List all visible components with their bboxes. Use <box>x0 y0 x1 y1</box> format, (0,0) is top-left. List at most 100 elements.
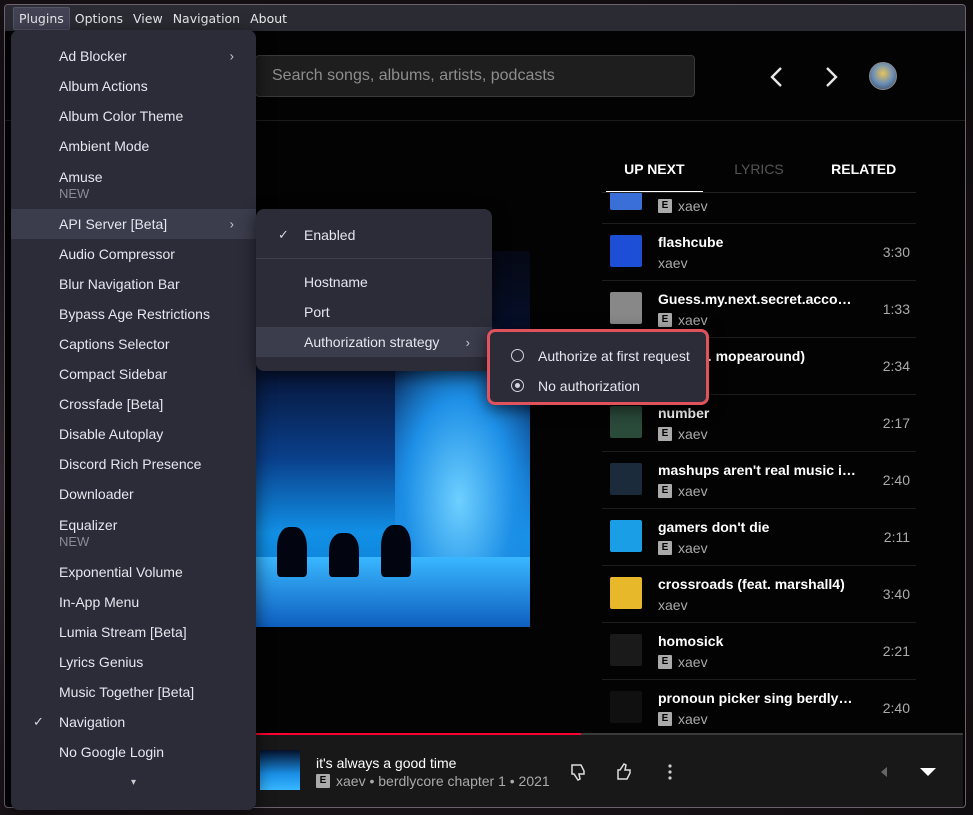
now-playing-thumbnail[interactable] <box>260 750 300 790</box>
track-duration: 2:21 <box>882 643 910 659</box>
plugin-item[interactable]: Amuse NEW <box>11 161 256 209</box>
plugin-item[interactable]: Navigation ✓ <box>11 707 256 737</box>
plugin-item[interactable]: Ambient Mode <box>11 131 256 161</box>
explicit-badge: E <box>658 655 672 669</box>
menu-about[interactable]: About <box>245 8 292 29</box>
track-thumbnail <box>610 634 642 666</box>
plugin-item[interactable]: Downloader <box>11 479 256 509</box>
plugin-item[interactable]: Album Actions <box>11 71 256 101</box>
menu-plugins[interactable]: Plugins <box>13 6 70 30</box>
plugin-item[interactable]: Audio Compressor <box>11 239 256 269</box>
track-thumbnail <box>610 520 642 552</box>
menu-navigation[interactable]: Navigation <box>168 8 245 29</box>
menu-options[interactable]: Options <box>70 8 128 29</box>
track-title: pronoun picker sing berdlycore <box>658 690 858 706</box>
queue-row[interactable]: Exaev <box>602 193 916 224</box>
plugin-item[interactable]: Ad Blocker › <box>11 41 256 71</box>
track-artist: Exaev <box>658 426 708 442</box>
explicit-badge: E <box>658 712 672 726</box>
plugin-item[interactable]: Captions Selector <box>11 329 256 359</box>
dislike-icon[interactable] <box>568 761 590 783</box>
more-options-icon[interactable] <box>659 761 681 783</box>
menu-separator <box>256 258 492 259</box>
player-bar: it's always a good time E xaev • berdlyc… <box>255 735 963 807</box>
explicit-badge: E <box>658 313 672 327</box>
plugin-item[interactable]: Discord Rich Presence <box>11 449 256 479</box>
track-title: Guess.my.next.secret.account <box>658 291 858 307</box>
track-duration: 2:17 <box>882 415 910 431</box>
plugin-item[interactable]: Exponential Volume <box>11 557 256 587</box>
no-authorization-option[interactable]: No authorization <box>490 371 706 401</box>
plugin-item[interactable]: Bypass Age Restrictions <box>11 299 256 329</box>
forward-arrow-icon[interactable] <box>817 63 845 91</box>
scroll-down-icon[interactable]: ▾ <box>11 777 256 788</box>
expand-player-icon[interactable] <box>917 761 939 783</box>
search-box[interactable] <box>255 55 695 97</box>
track-artist: Exaev <box>658 483 708 499</box>
plugin-item[interactable]: Compact Sidebar <box>11 359 256 389</box>
track-artist: Exaev <box>658 711 708 727</box>
explicit-badge: E <box>658 484 672 498</box>
queue-row[interactable]: flashcube xaev 3:30 <box>602 224 916 281</box>
track-artist: Exaev <box>658 654 708 670</box>
explicit-badge: E <box>658 199 672 213</box>
track-thumbnail <box>610 235 642 267</box>
track-title: number <box>658 405 710 421</box>
track-thumbnail <box>610 463 642 495</box>
track-duration: 2:40 <box>882 472 910 488</box>
plugin-item[interactable]: Equalizer NEW <box>11 509 256 557</box>
plugins-dropdown: Ad Blocker › Album Actions Album Color Them… <box>11 30 256 810</box>
back-arrow-icon[interactable] <box>763 63 791 91</box>
enabled-option[interactable]: ✓ Enabled <box>256 220 492 250</box>
queue-row[interactable]: mashups aren't real music im... Exaev 2:40 <box>602 452 916 509</box>
tab-related[interactable]: RELATED <box>811 155 916 193</box>
tab-up-next[interactable]: UP NEXT <box>602 155 707 193</box>
tab-lyrics[interactable]: LYRICS <box>707 155 812 193</box>
like-icon[interactable] <box>614 761 636 783</box>
queue-row[interactable]: pronoun picker sing berdlycore Exaev 2:40 <box>602 680 916 733</box>
track-thumbnail <box>610 406 642 438</box>
hostname-option[interactable]: Hostname <box>256 267 492 297</box>
volume-icon[interactable] <box>873 761 895 783</box>
menu-view[interactable]: View <box>128 8 168 29</box>
track-title: mashups aren't real music im... <box>658 462 858 478</box>
plugin-item[interactable]: Lyrics Genius <box>11 647 256 677</box>
track-thumbnail <box>610 577 642 609</box>
track-duration: 1:33 <box>882 301 910 317</box>
queue-row[interactable]: homosick Exaev 2:21 <box>602 623 916 680</box>
plugin-item[interactable]: Album Color Theme <box>11 101 256 131</box>
queue-row[interactable]: gamers don't die Exaev 2:11 <box>602 509 916 566</box>
track-duration: 2:40 <box>882 700 910 716</box>
plugin-item[interactable]: Crossfade [Beta] <box>11 389 256 419</box>
track-duration: 3:30 <box>882 244 910 260</box>
radio-icon <box>511 349 524 362</box>
chevron-right-icon: › <box>465 334 470 350</box>
plugin-item[interactable]: Blur Navigation Bar <box>11 269 256 299</box>
avatar[interactable] <box>869 62 897 90</box>
port-option[interactable]: Port <box>256 297 492 327</box>
track-artist: Exaev <box>658 312 708 328</box>
track-thumbnail <box>610 292 642 324</box>
chevron-right-icon: › <box>229 48 234 64</box>
plugin-item[interactable]: No Google Login <box>11 737 256 767</box>
search-input[interactable] <box>272 67 694 85</box>
explicit-badge: E <box>658 541 672 555</box>
radio-selected-icon <box>511 379 524 392</box>
plugin-item[interactable]: API Server [Beta] › <box>11 209 256 239</box>
plugin-item[interactable]: Music Together [Beta] <box>11 677 256 707</box>
track-thumbnail <box>610 193 642 210</box>
track-title: crossroads (feat. marshall4) <box>658 576 845 592</box>
track-thumbnail <box>610 691 642 723</box>
menu-bar: Plugins Options View Navigation About <box>5 5 965 31</box>
authorization-submenu: Authorize at first request No authorizat… <box>487 329 709 405</box>
queue-row[interactable]: crossroads (feat. marshall4) xaev 3:40 <box>602 566 916 623</box>
now-playing-subtitle: E xaev • berdlycore chapter 1 • 2021 <box>316 773 550 789</box>
track-title: homosick <box>658 633 724 649</box>
queue-tabs: UP NEXT LYRICS RELATED <box>602 155 916 193</box>
authorize-first-request-option[interactable]: Authorize at first request <box>490 341 706 371</box>
plugin-item[interactable]: Disable Autoplay <box>11 419 256 449</box>
now-playing-title[interactable]: it's always a good time <box>316 755 456 771</box>
plugin-item[interactable]: Lumia Stream [Beta] <box>11 617 256 647</box>
authorization-strategy-option[interactable]: Authorization strategy › <box>256 327 492 357</box>
plugin-item[interactable]: In-App Menu <box>11 587 256 617</box>
